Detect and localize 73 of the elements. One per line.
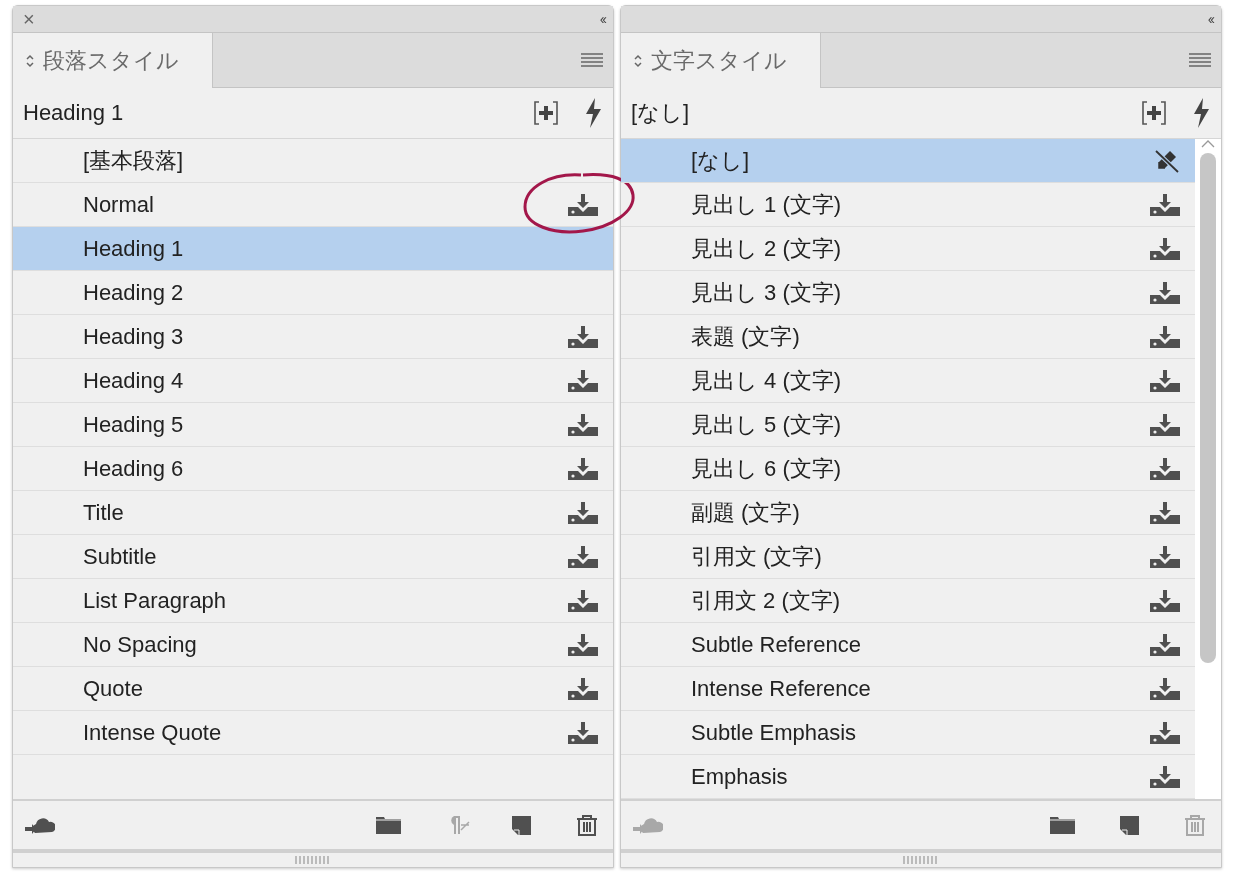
- import-icon[interactable]: [567, 412, 599, 437]
- import-icon[interactable]: [567, 368, 599, 393]
- style-row[interactable]: Heading 2: [13, 271, 613, 315]
- style-row[interactable]: Heading 1: [13, 227, 613, 271]
- import-icon[interactable]: [1149, 676, 1181, 701]
- collapse-button[interactable]: ‹‹: [599, 11, 605, 27]
- lightning-icon[interactable]: [1191, 97, 1211, 129]
- collapse-button[interactable]: ‹‹: [1207, 11, 1213, 27]
- style-row[interactable]: Emphasis: [621, 755, 1195, 799]
- style-row[interactable]: 副題 (文字): [621, 491, 1195, 535]
- style-row[interactable]: 見出し 2 (文字): [621, 227, 1195, 271]
- style-row[interactable]: Heading 4: [13, 359, 613, 403]
- add-style-icon[interactable]: [1141, 100, 1167, 126]
- style-row[interactable]: Title: [13, 491, 613, 535]
- resize-grip-icon[interactable]: [902, 856, 940, 864]
- style-row[interactable]: Heading 6: [13, 447, 613, 491]
- import-icon[interactable]: [567, 676, 599, 701]
- import-icon[interactable]: [567, 456, 599, 481]
- style-row[interactable]: Intense Quote: [13, 711, 613, 755]
- lightning-icon[interactable]: [583, 97, 603, 129]
- style-row[interactable]: [基本段落]: [13, 139, 613, 183]
- style-row[interactable]: Subtitle: [13, 535, 613, 579]
- style-row[interactable]: No Spacing: [13, 623, 613, 667]
- close-button[interactable]: ×: [21, 9, 37, 29]
- import-icon[interactable]: [1149, 236, 1181, 261]
- import-icon[interactable]: [1149, 456, 1181, 481]
- style-row[interactable]: 見出し 6 (文字): [621, 447, 1195, 491]
- style-row[interactable]: List Paragraph: [13, 579, 613, 623]
- style-row[interactable]: Heading 3: [13, 315, 613, 359]
- style-row[interactable]: 引用文 (文字): [621, 535, 1195, 579]
- menu-icon[interactable]: [581, 53, 603, 67]
- sort-arrows-icon: [633, 52, 643, 69]
- pencil-off-icon[interactable]: [1153, 147, 1181, 174]
- scrollbar[interactable]: [1195, 139, 1221, 799]
- import-icon[interactable]: [1149, 368, 1181, 393]
- import-icon[interactable]: [1149, 544, 1181, 569]
- import-icon[interactable]: [567, 192, 599, 217]
- style-row[interactable]: 表題 (文字): [621, 315, 1195, 359]
- current-style: Heading 1: [23, 100, 125, 126]
- resize-grip-icon[interactable]: [294, 856, 332, 864]
- style-row[interactable]: Quote: [13, 667, 613, 711]
- import-icon[interactable]: [567, 588, 599, 613]
- import-icon[interactable]: [1149, 588, 1181, 613]
- style-row[interactable]: Subtle Emphasis: [621, 711, 1195, 755]
- panel-tab[interactable]: 段落スタイル: [13, 33, 213, 88]
- style-row[interactable]: 見出し 4 (文字): [621, 359, 1195, 403]
- import-icon[interactable]: [567, 632, 599, 657]
- import-icon[interactable]: [567, 500, 599, 525]
- current-style: [なし]: [631, 99, 691, 127]
- style-row[interactable]: Heading 5: [13, 403, 613, 447]
- scroll-up-icon[interactable]: [1201, 139, 1215, 149]
- import-icon[interactable]: [567, 324, 599, 349]
- add-style-icon[interactable]: [533, 100, 559, 126]
- import-icon[interactable]: [1149, 412, 1181, 437]
- sort-arrows-icon: [25, 52, 35, 69]
- import-icon[interactable]: [1149, 192, 1181, 217]
- import-icon[interactable]: [1149, 764, 1181, 789]
- menu-icon[interactable]: [1189, 53, 1211, 67]
- import-icon[interactable]: [1149, 500, 1181, 525]
- import-icon[interactable]: [1149, 720, 1181, 745]
- import-icon[interactable]: [567, 720, 599, 745]
- style-row[interactable]: 見出し 5 (文字): [621, 403, 1195, 447]
- import-icon[interactable]: [567, 544, 599, 569]
- style-row[interactable]: 見出し 1 (文字): [621, 183, 1195, 227]
- import-icon[interactable]: [1149, 632, 1181, 657]
- style-row[interactable]: 引用文 2 (文字): [621, 579, 1195, 623]
- style-row[interactable]: 見出し 3 (文字): [621, 271, 1195, 315]
- import-icon[interactable]: [1149, 324, 1181, 349]
- style-row[interactable]: [なし]: [621, 139, 1195, 183]
- panel-tab[interactable]: 文字スタイル: [621, 33, 821, 88]
- style-row[interactable]: Intense Reference: [621, 667, 1195, 711]
- import-icon[interactable]: [1149, 280, 1181, 305]
- style-row[interactable]: Subtle Reference: [621, 623, 1195, 667]
